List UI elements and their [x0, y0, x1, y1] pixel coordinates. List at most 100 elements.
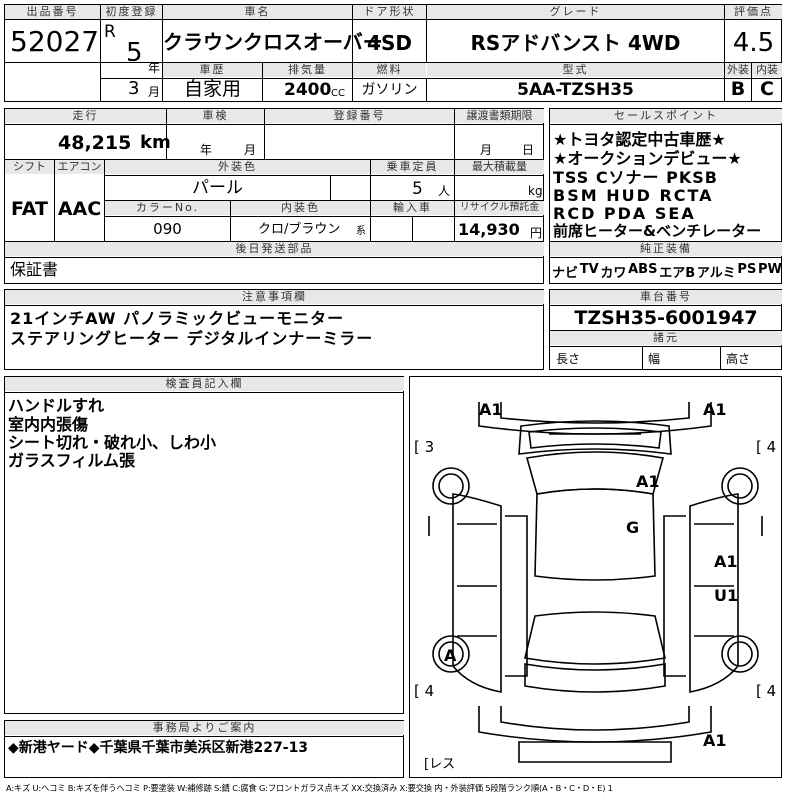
later-value: 保証書 [10, 260, 59, 279]
disp-unit: CC [331, 88, 345, 99]
notes-label: 注意事項欄 [5, 290, 544, 304]
disp-label: 排気量 [263, 63, 352, 77]
selling-point-6: 前席ヒーター&ベンチレーター [553, 222, 762, 240]
ext-value: B [730, 78, 746, 100]
mark-roof: G [626, 518, 640, 537]
mileage-unit: km [140, 132, 171, 153]
inspector-line-3: シート切れ・破れ小、しわ小 [8, 433, 217, 452]
selling-point-2: ★オークションデビュー★ [553, 149, 742, 168]
insp-year: 年 [200, 143, 213, 157]
type-label: 型式 [427, 63, 724, 77]
equipment-tv: TV [579, 262, 599, 277]
int-value: C [760, 78, 774, 100]
mark-rear: A1 [703, 731, 727, 750]
shift-label: シフト [5, 160, 54, 174]
legend: A:キズ U:ヘコミ B:キズを伴うヘコミ P:要塗装 W:補修跡 S:錆 C:… [6, 783, 613, 793]
inspector-line-4: ガラスフィルム張 [8, 451, 136, 470]
selling-point-5: RCD PDA SEA [553, 204, 696, 223]
type-value: 5AA-TZSH35 [517, 80, 634, 100]
int-color-unit: 系 [356, 226, 366, 237]
dims-length: 長さ [556, 352, 581, 366]
equipment-abs: ABS [628, 262, 658, 277]
year-unit: 年 [148, 61, 161, 75]
selling-point-3: TSS Cソナー PKSB [553, 168, 718, 187]
mark-front-left: A1 [479, 400, 503, 419]
shift-value: FAT [11, 198, 48, 220]
equipment-alloy: アルミ [696, 266, 736, 281]
month-value: 3 [128, 78, 140, 99]
equipment-label: 純正装備 [550, 242, 782, 256]
equipment-pw: PW [758, 262, 782, 277]
color-no-value: 090 [153, 220, 182, 238]
selling-points-label: セールスポイント [550, 109, 782, 123]
car-diagram [428, 402, 763, 763]
dims-height: 高さ [726, 352, 751, 366]
equipment-ps: PS [737, 262, 757, 277]
fuel-label: 燃料 [353, 63, 426, 77]
equipment-leather: カワ [600, 266, 627, 281]
transfer-day: 日 [522, 143, 535, 157]
mileage-value: 48,215 [58, 132, 132, 154]
inspector-line-1: ハンドルすれ [8, 396, 105, 415]
recycle-unit: 円 [530, 226, 543, 240]
first-reg-label: 初度登録 [101, 5, 162, 19]
tire-rear-right: 4 [766, 682, 777, 700]
ac-label: エアコン [55, 160, 104, 174]
selling-point-1: ★トヨタ認定中古車歴★ [553, 130, 726, 149]
chassis-value: TZSH35-6001947 [574, 307, 758, 329]
disp-value: 2400 [284, 80, 332, 100]
era-letter: R [104, 22, 116, 42]
tire-front-right: 4 [766, 438, 777, 456]
selling-point-4: BSM HUD RCTA [553, 186, 714, 205]
office-value: ◆新港ヤード◆千葉県千葉市美浜区新港227-13 [8, 740, 309, 756]
history-value: 自家用 [183, 78, 241, 100]
equipment-nav: ナビ [552, 266, 579, 281]
load-unit: kg [528, 184, 543, 198]
later-label: 後日発送部品 [5, 242, 544, 256]
score-label: 評価点 [725, 5, 782, 19]
inspector-label: 検査員記入欄 [5, 377, 404, 391]
door-value: 4SD [367, 31, 412, 55]
load-label: 最大積載量 [455, 160, 544, 174]
insp-month: 月 [244, 143, 257, 157]
door-label: ドア形状 [353, 5, 426, 19]
score-value: 4.5 [732, 28, 775, 58]
tire-rear-left: 4 [424, 682, 435, 700]
int-color-label: 内装色 [231, 201, 370, 215]
lot-label: 出品番号 [5, 5, 100, 19]
mark-front-right: A1 [703, 400, 727, 419]
note-line-2: ステアリングヒーター デジタルインナーミラー [10, 329, 374, 348]
mark-left-wheel: A [444, 646, 457, 665]
color-label: 外装色 [105, 160, 370, 174]
capacity-label: 乗車定員 [371, 160, 454, 174]
mileage-label: 走行 [5, 109, 166, 123]
office-label: 事務局よりご案内 [5, 721, 404, 735]
grade-value: RSアドバンスト 4WD [470, 31, 681, 55]
equipment-airbag: エアB [659, 266, 696, 281]
month-unit: 月 [148, 85, 161, 99]
chassis-label: 車台番号 [550, 290, 782, 304]
ext-label: 外装 [725, 63, 751, 77]
mark-right-door: A1 [714, 552, 738, 571]
capacity-value: 5 [412, 179, 423, 199]
tire-front-left: 3 [424, 438, 435, 456]
model-value: クラウンクロスオーバー [163, 30, 383, 54]
int-color-value: クロ/ブラウン [258, 222, 341, 237]
year-value: 5 [126, 38, 143, 68]
history-label: 車歴 [163, 63, 262, 77]
color-no-label: カラーNo. [105, 201, 230, 215]
note-line-1: 21インチAW パノラミックビューモニター [10, 309, 345, 328]
reg-no-label: 登録番号 [265, 109, 454, 123]
inspection-label: 車検 [167, 109, 264, 123]
mark-hood: A1 [636, 472, 660, 491]
equipment-list: ナビ TV カワ ABS エアB アルミ PS PW [552, 262, 782, 282]
lot-value: 52027 [10, 25, 100, 58]
transfer-label: 譲渡書類期限 [455, 109, 544, 123]
recycle-value: 14,930 [458, 220, 520, 239]
fuel-value: ガソリン [361, 82, 418, 98]
mark-right-quarter: U1 [714, 586, 739, 605]
int-label: 内装 [752, 63, 782, 77]
inspector-line-2: 室内内張傷 [8, 415, 89, 434]
model-label: 車名 [163, 5, 352, 19]
dims-width: 幅 [648, 352, 661, 366]
